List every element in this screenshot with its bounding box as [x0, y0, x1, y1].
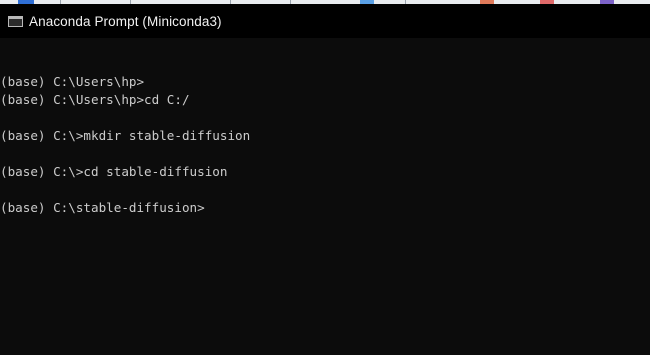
console-line: (base) C:\stable-diffusion> — [0, 200, 205, 215]
console-line: (base) C:\>cd stable-diffusion — [0, 164, 228, 179]
terminal-window-icon — [8, 15, 23, 27]
window-title: Anaconda Prompt (Miniconda3) — [29, 13, 222, 29]
console-line: (base) C:\Users\hp> — [0, 74, 145, 89]
console-output[interactable]: (base) C:\Users\hp> (base) C:\Users\hp>cd… — [0, 38, 650, 355]
terminal-window: Anaconda Prompt (Miniconda3) (base) C:\U… — [0, 0, 650, 355]
console-line: (base) C:\>mkdir stable-diffusion — [0, 128, 251, 143]
title-bar[interactable]: Anaconda Prompt (Miniconda3) — [0, 4, 650, 38]
console-line: (base) C:\Users\hp>cd C:/ — [0, 92, 190, 107]
